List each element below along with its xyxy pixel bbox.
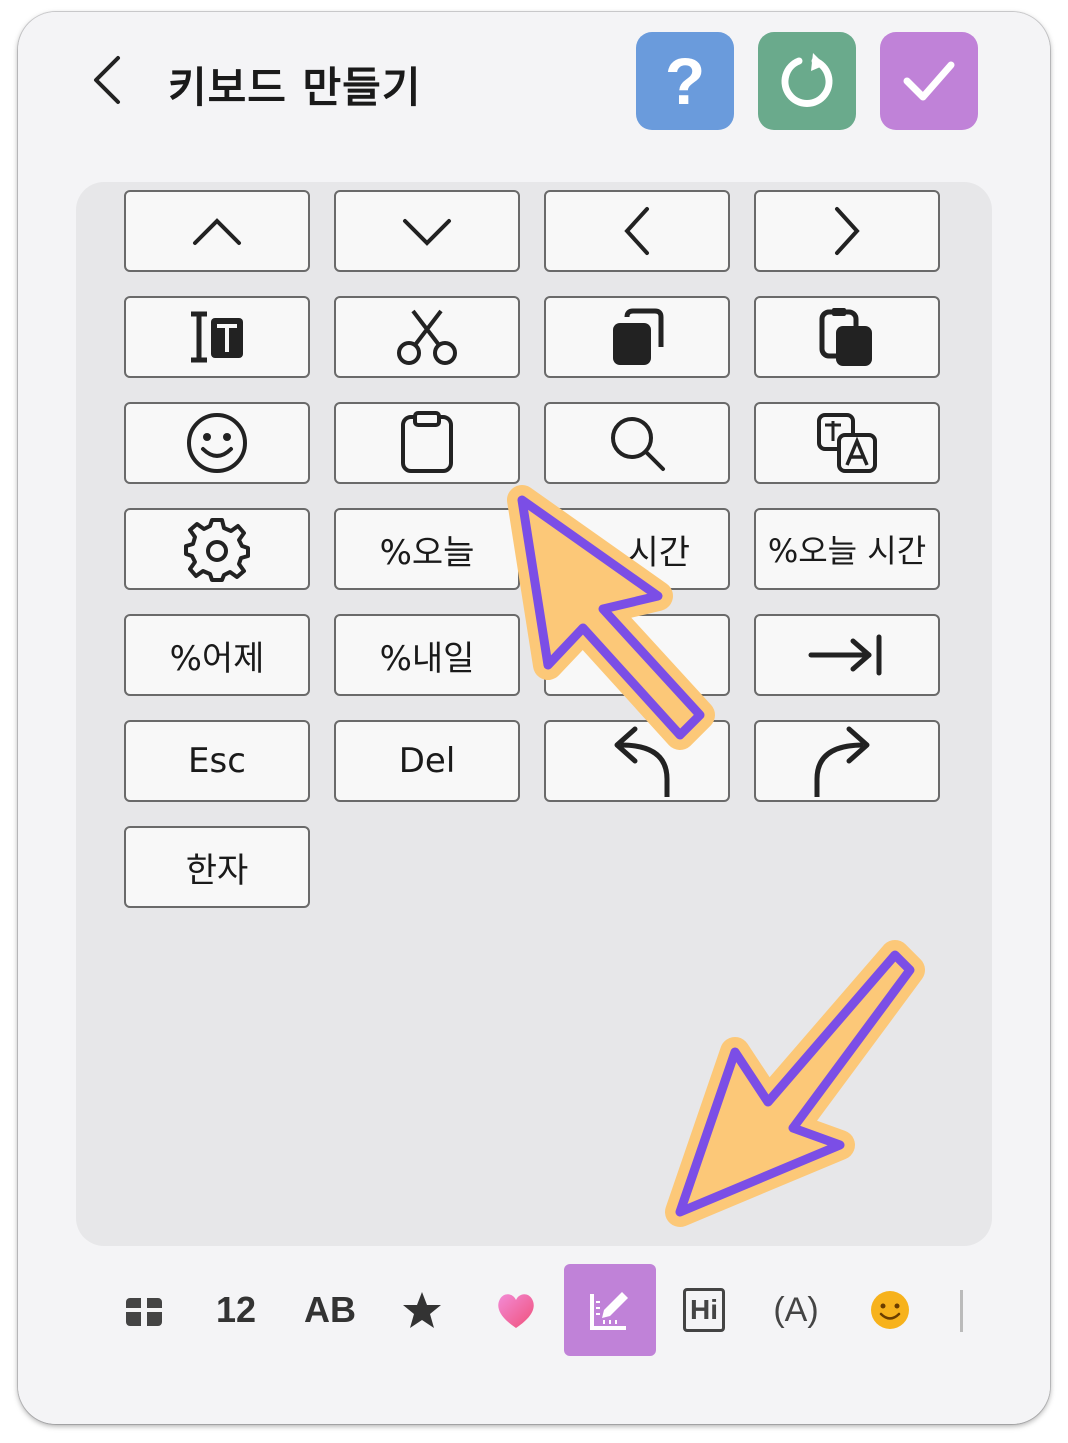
reset-icon [781,53,833,107]
paren-a-icon: (A) [773,1290,819,1329]
reset-button[interactable] [758,32,856,130]
arrow-left-icon [624,207,649,255]
key-emoji[interactable] [124,402,310,484]
key-settings[interactable] [124,508,310,590]
copy-icon [613,308,664,365]
app-window: 키보드 만들기 ? %오늘 시간 %오늘 시간 %어제 %내일 Esc Del … [18,12,1050,1424]
hi-box-icon: Hi [683,1288,725,1332]
key-copy[interactable] [544,296,730,378]
key-del[interactable]: Del [334,720,520,802]
arrow-down-icon [403,219,451,246]
key-hidden[interactable] [544,614,730,696]
key-tab[interactable] [754,614,940,696]
tab-icon [808,634,882,676]
key-time-label: 시간 [627,532,690,573]
translate-icon [817,413,877,473]
undo-icon [614,726,670,797]
check-icon [903,61,955,101]
edit-icon [590,1292,628,1330]
arrow-right-icon [835,207,860,255]
key-arrow-left[interactable] [544,190,730,272]
key-arrow-right[interactable] [754,190,940,272]
key-time[interactable]: 시간 [544,508,730,590]
key-undo[interactable] [544,720,730,802]
back-icon [94,56,120,104]
tab-heart[interactable] [470,1264,562,1356]
key-grid-area: %오늘 시간 %오늘 시간 %어제 %내일 Esc Del 한자 [76,182,992,1246]
star-icon [403,1292,441,1328]
tab-edit-active[interactable] [564,1264,656,1356]
key-arrow-up[interactable] [124,190,310,272]
tab-letters[interactable]: AB [284,1264,376,1356]
key-search[interactable] [544,402,730,484]
confirm-button[interactable] [880,32,978,130]
heart-icon [498,1294,534,1328]
key-clipboard[interactable] [334,402,520,484]
key-paste[interactable] [754,296,940,378]
tab-numbers[interactable]: 12 [190,1264,282,1356]
tab-star[interactable] [376,1264,468,1356]
arrow-up-icon [193,218,241,245]
page-title: 키보드 만들기 [168,63,422,112]
key-arrow-down[interactable] [334,190,520,272]
clipboard-icon [401,411,453,473]
smiley-icon [871,1291,909,1329]
tab-hi[interactable]: Hi [658,1264,750,1356]
gear-icon [184,518,250,582]
question-icon: ? [664,44,706,118]
select-all-icon [191,311,243,363]
key-yesterday[interactable]: %어제 [124,614,310,696]
key-tomorrow[interactable]: %내일 [334,614,520,696]
key-esc[interactable]: Esc [124,720,310,802]
key-cut[interactable] [334,296,520,378]
tab-smiley[interactable] [844,1264,936,1356]
tab-hi-label: Hi [690,1294,718,1325]
back-button[interactable] [88,52,128,108]
key-redo[interactable] [754,720,940,802]
key-today-time[interactable]: %오늘 시간 [754,508,940,590]
gift-icon [126,1298,162,1326]
help-button[interactable]: ? [636,32,734,130]
header: 키보드 만들기 ? [18,12,1050,162]
key-today[interactable]: %오늘 [334,508,520,590]
key-translate[interactable] [754,402,940,484]
redo-icon [814,726,870,797]
key-select-all[interactable] [124,296,310,378]
tab-paren-a[interactable]: (A) [750,1264,842,1356]
paste-icon [819,308,872,366]
clipboard-partial-icon [623,639,651,673]
tab-gift[interactable] [98,1264,190,1356]
key-hanja[interactable]: 한자 [124,826,310,908]
emoji-icon [187,413,247,473]
search-icon [611,417,665,471]
tab-overflow-indicator [960,1290,967,1332]
cut-icon [397,309,457,365]
